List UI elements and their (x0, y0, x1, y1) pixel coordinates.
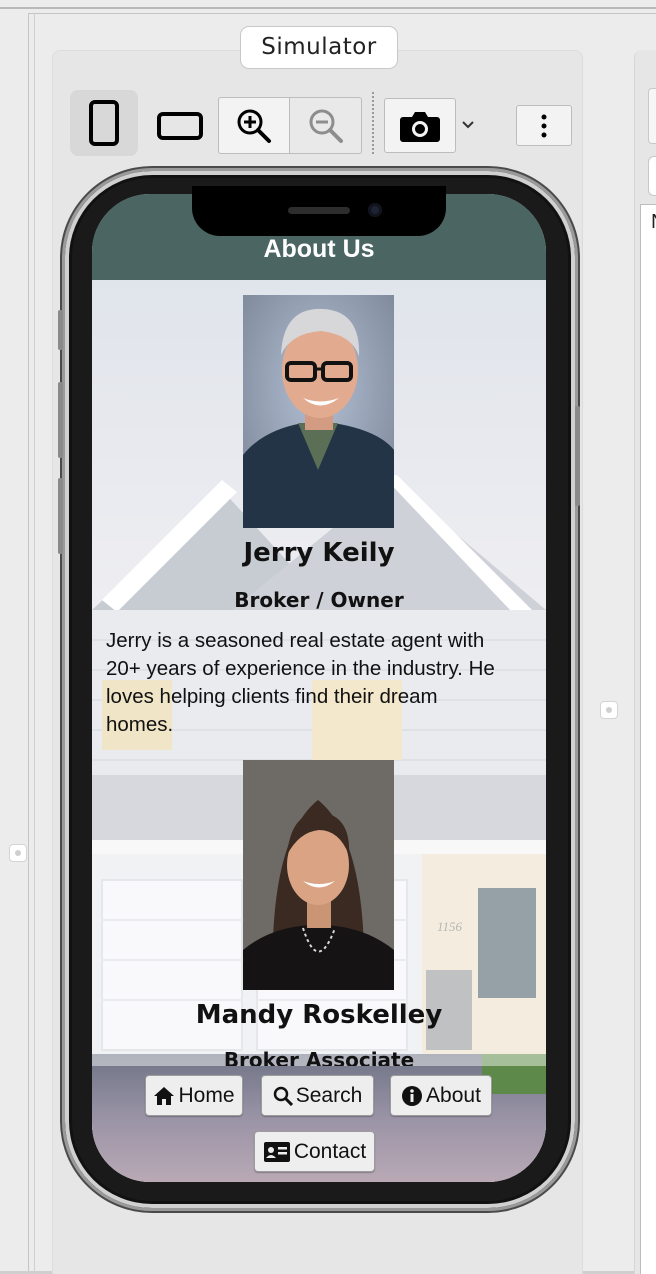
zoom-in-button[interactable] (219, 98, 290, 153)
simulator-title: Simulator (240, 26, 398, 69)
window-top-border (0, 7, 656, 9)
info-icon (402, 1085, 423, 1106)
person-name: Jerry Keily (243, 538, 395, 568)
right-splitter-handle[interactable] (600, 701, 618, 719)
camera-icon (400, 111, 440, 142)
phone-notch (192, 186, 446, 236)
nav-home-button[interactable]: Home (145, 1075, 243, 1116)
contact-card-icon (263, 1141, 290, 1162)
nav-search-button[interactable]: Search (261, 1075, 374, 1116)
phone-portrait-icon (89, 100, 119, 146)
search-icon (273, 1086, 293, 1106)
right-panel-field[interactable] (648, 156, 656, 196)
more-vertical-icon (541, 114, 547, 137)
phone-screen: 1156 About Us Jerry Keily Broker / Owner… (92, 194, 546, 1182)
nav-about-button[interactable]: About (390, 1075, 492, 1116)
window-left-border (28, 13, 29, 1274)
person-role: Broker / Owner (234, 588, 404, 612)
screenshot-options-button[interactable] (456, 110, 480, 140)
jerry-keily-photo (243, 295, 394, 528)
front-camera (368, 203, 382, 217)
person-role: Broker Associate (223, 1048, 415, 1066)
home-icon (154, 1086, 175, 1105)
person-bio: Jerry is a seasoned real estate agent wi… (106, 629, 495, 736)
toolbar-separator (372, 92, 374, 154)
bottom-nav: Home Search About Contact (92, 1066, 546, 1182)
phone-speaker (288, 207, 350, 214)
phone-volume-down (58, 478, 63, 554)
phone-landscape-icon (157, 112, 203, 140)
right-panel-control[interactable] (648, 88, 656, 144)
window-left-inner-border (34, 13, 35, 1274)
screenshot-button[interactable] (384, 98, 456, 153)
right-panel-list-text: N (651, 211, 656, 234)
page-title: About Us (263, 235, 375, 263)
about-content[interactable]: Jerry Keily Broker / Owner Jerry is a se… (92, 280, 546, 1066)
zoom-out-icon (309, 109, 343, 143)
phone-mute-switch (58, 310, 63, 350)
right-panel-list[interactable] (640, 204, 656, 1274)
person-name: Mandy Roskelley (195, 1000, 443, 1030)
mandy-roskelley-photo (243, 760, 394, 990)
nav-home-label: Home (178, 1083, 235, 1107)
landscape-button[interactable] (150, 98, 210, 154)
nav-contact-label: Contact (293, 1139, 367, 1163)
phone-power-button (575, 406, 580, 506)
chevron-down-icon (462, 121, 474, 129)
left-splitter-handle[interactable] (9, 844, 27, 862)
nav-about-label: About (426, 1083, 481, 1107)
more-options-button[interactable] (516, 105, 572, 146)
window-inner-border (28, 13, 656, 14)
phone-volume-up (58, 382, 63, 458)
zoom-out-button[interactable] (291, 98, 361, 153)
zoom-in-icon (237, 109, 271, 143)
nav-search-label: Search (295, 1083, 363, 1107)
nav-contact-button[interactable]: Contact (254, 1131, 375, 1172)
portrait-button[interactable] (70, 90, 138, 156)
